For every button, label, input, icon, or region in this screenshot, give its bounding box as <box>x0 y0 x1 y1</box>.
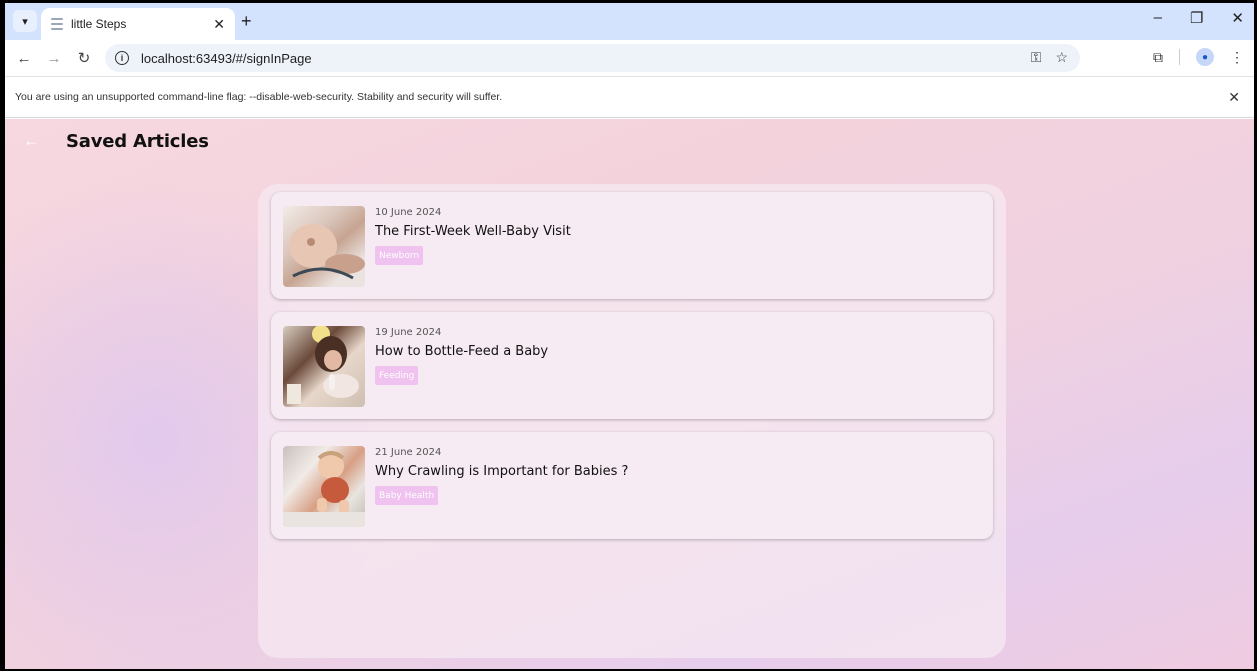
article-tag: Feeding <box>375 366 419 385</box>
app-header: ← Saved Articles <box>5 119 1254 165</box>
warning-infobar: You are using an unsupported command-lin… <box>5 76 1254 118</box>
article-thumbnail <box>283 446 365 527</box>
back-arrow-icon[interactable]: ← <box>23 131 40 151</box>
forward-nav-icon[interactable]: → <box>43 50 65 67</box>
browser-tab[interactable]: little Steps ✕ <box>41 8 235 40</box>
reload-icon[interactable]: ↻ <box>73 49 95 67</box>
page-title: Saved Articles <box>66 131 209 152</box>
omnibox-actions: ⚿ ☆ <box>1031 49 1068 66</box>
extensions-icon[interactable]: ⧉ <box>1153 49 1163 66</box>
article-date: 10 June 2024 <box>375 207 442 218</box>
tab-strip: ▾ little Steps ✕ + – ❐ ✕ <box>5 3 1254 40</box>
tab-search-button[interactable]: ▾ <box>13 10 37 32</box>
toolbar-actions: ⧉ ● ⋮ <box>1153 48 1244 66</box>
profile-avatar-icon[interactable]: ● <box>1196 48 1214 66</box>
favicon-icon <box>51 18 63 30</box>
toolbar-divider <box>1179 49 1180 65</box>
new-tab-button[interactable]: + <box>241 11 252 32</box>
article-title: Why Crawling is Important for Babies ? <box>375 464 629 479</box>
article-date: 21 June 2024 <box>375 447 442 458</box>
address-bar[interactable]: i localhost:63493/#/signInPage ⚿ ☆ <box>105 44 1080 72</box>
browser-window: ▾ little Steps ✕ + – ❐ ✕ ← → ↻ i localho… <box>5 3 1254 669</box>
close-infobar-icon[interactable]: ✕ <box>1228 89 1240 106</box>
menu-kebab-icon[interactable]: ⋮ <box>1230 49 1244 66</box>
window-controls: – ❐ ✕ <box>1154 9 1244 27</box>
bottle-feeding-image-icon <box>287 326 359 404</box>
minimize-icon[interactable]: – <box>1154 9 1162 27</box>
site-info-icon[interactable]: i <box>115 51 129 65</box>
crawling-baby-image-icon <box>283 451 365 527</box>
key-icon[interactable]: ⚿ <box>1031 49 1042 66</box>
article-card[interactable]: 10 June 2024 The First-Week Well-Baby Vi… <box>271 192 993 299</box>
close-window-icon[interactable]: ✕ <box>1231 9 1244 27</box>
chevron-down-icon: ▾ <box>22 15 28 28</box>
article-thumbnail <box>283 206 365 287</box>
article-title: The First-Week Well-Baby Visit <box>375 224 571 239</box>
restore-icon[interactable]: ❐ <box>1190 9 1203 27</box>
articles-panel: 10 June 2024 The First-Week Well-Baby Vi… <box>258 184 1006 658</box>
article-thumbnail <box>283 326 365 407</box>
url-text: localhost:63493/#/signInPage <box>141 50 312 66</box>
baby-checkup-image-icon <box>289 224 365 280</box>
article-card[interactable]: 19 June 2024 How to Bottle-Feed a Baby F… <box>271 312 993 419</box>
article-tag: Baby Health <box>375 486 439 505</box>
close-tab-icon[interactable]: ✕ <box>213 16 225 33</box>
back-nav-icon[interactable]: ← <box>13 50 35 67</box>
article-tag: Newborn <box>375 246 424 265</box>
infobar-message: You are using an unsupported command-lin… <box>15 91 503 103</box>
article-card[interactable]: 21 June 2024 Why Crawling is Important f… <box>271 432 993 539</box>
app-content: ← Saved Articles 10 June 2024 The First-… <box>5 119 1254 669</box>
bookmark-star-icon[interactable]: ☆ <box>1055 49 1068 66</box>
article-title: How to Bottle-Feed a Baby <box>375 344 549 359</box>
article-date: 19 June 2024 <box>375 327 442 338</box>
tab-title: little Steps <box>71 17 127 31</box>
browser-toolbar: ← → ↻ i localhost:63493/#/signInPage ⚿ ☆… <box>5 40 1254 76</box>
